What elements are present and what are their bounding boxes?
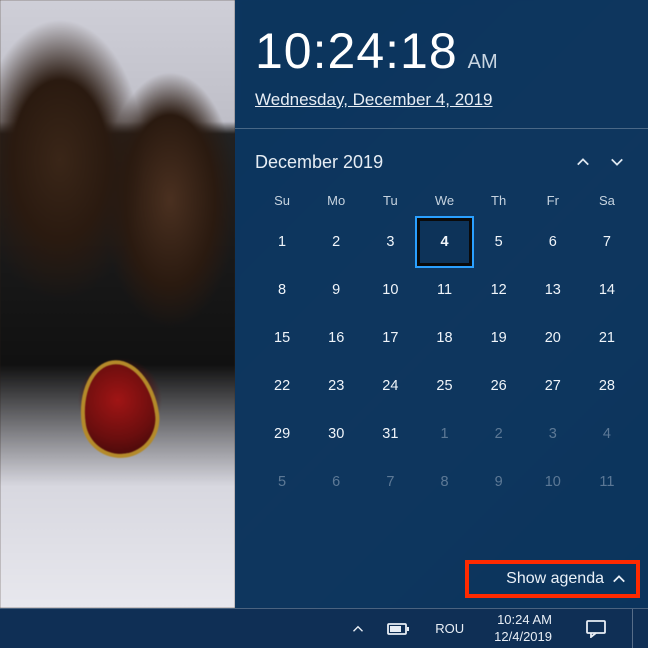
notification-icon xyxy=(586,620,606,638)
calendar-day[interactable]: 13 xyxy=(526,266,580,314)
calendar-day[interactable]: 31 xyxy=(363,410,417,458)
calendar-day[interactable]: 3 xyxy=(363,218,417,266)
calendar-day[interactable]: 7 xyxy=(580,218,634,266)
clock-time: 10:24:18 xyxy=(255,22,458,80)
calendar-day[interactable]: 2 xyxy=(309,218,363,266)
calendar-dow-header: Su xyxy=(255,193,309,218)
calendar-day[interactable]: 21 xyxy=(580,314,634,362)
calendar-day[interactable]: 1 xyxy=(255,218,309,266)
calendar-day-today[interactable]: 4 xyxy=(417,218,471,266)
calendar-day[interactable]: 1 xyxy=(417,410,471,458)
calendar-day[interactable]: 11 xyxy=(580,458,634,506)
calendar-day[interactable]: 4 xyxy=(580,410,634,458)
calendar-day[interactable]: 11 xyxy=(417,266,471,314)
calendar-dow-header: Mo xyxy=(309,193,363,218)
calendar-day[interactable]: 24 xyxy=(363,362,417,410)
clock-calendar-flyout: 10:24:18 AM Wednesday, December 4, 2019 … xyxy=(235,0,648,608)
show-agenda-label: Show agenda xyxy=(506,570,604,588)
calendar-day[interactable]: 25 xyxy=(417,362,471,410)
calendar-day[interactable]: 27 xyxy=(526,362,580,410)
calendar-day[interactable]: 29 xyxy=(255,410,309,458)
calendar-day[interactable]: 23 xyxy=(309,362,363,410)
calendar-day[interactable]: 6 xyxy=(526,218,580,266)
show-agenda-button[interactable]: Show agenda xyxy=(496,564,636,594)
calendar-day[interactable]: 14 xyxy=(580,266,634,314)
calendar-day[interactable]: 15 xyxy=(255,314,309,362)
action-center-button[interactable] xyxy=(576,609,616,648)
show-desktop-button[interactable] xyxy=(632,609,638,648)
tray-overflow-button[interactable] xyxy=(347,609,369,648)
calendar-day[interactable]: 10 xyxy=(363,266,417,314)
calendar-day[interactable]: 17 xyxy=(363,314,417,362)
taskbar-clock[interactable]: 10:24 AM 12/4/2019 xyxy=(486,609,560,648)
calendar-section: December 2019 SuMoTuWeThFrSa123456789101… xyxy=(235,129,648,514)
calendar-day[interactable]: 5 xyxy=(255,458,309,506)
chevron-up-icon xyxy=(612,572,626,586)
battery-icon xyxy=(387,622,411,636)
calendar-day[interactable]: 19 xyxy=(472,314,526,362)
calendar-day[interactable]: 3 xyxy=(526,410,580,458)
calendar-prev-button[interactable] xyxy=(566,145,600,179)
calendar-day[interactable]: 28 xyxy=(580,362,634,410)
taskbar-time: 10:24 AM xyxy=(494,612,552,628)
calendar-day[interactable]: 8 xyxy=(255,266,309,314)
calendar-day[interactable]: 22 xyxy=(255,362,309,410)
chevron-down-icon xyxy=(610,155,624,169)
calendar-dow-header: Fr xyxy=(526,193,580,218)
calendar-day[interactable]: 7 xyxy=(363,458,417,506)
language-label: ROU xyxy=(435,621,464,636)
calendar-day[interactable]: 18 xyxy=(417,314,471,362)
battery-icon[interactable] xyxy=(385,609,413,648)
calendar-dow-header: We xyxy=(417,193,471,218)
calendar-day[interactable]: 5 xyxy=(472,218,526,266)
chevron-up-icon xyxy=(352,623,364,635)
calendar-dow-header: Sa xyxy=(580,193,634,218)
calendar-day[interactable]: 12 xyxy=(472,266,526,314)
system-tray: ROU 10:24 AM 12/4/2019 xyxy=(347,609,648,648)
calendar-day[interactable]: 2 xyxy=(472,410,526,458)
calendar-day[interactable]: 20 xyxy=(526,314,580,362)
calendar-day[interactable]: 10 xyxy=(526,458,580,506)
date-settings-link[interactable]: Wednesday, December 4, 2019 xyxy=(255,90,493,110)
calendar-next-button[interactable] xyxy=(600,145,634,179)
language-indicator[interactable]: ROU xyxy=(429,609,470,648)
calendar-day[interactable]: 9 xyxy=(309,266,363,314)
calendar-month-label[interactable]: December 2019 xyxy=(255,152,566,173)
chevron-up-icon xyxy=(576,155,590,169)
calendar-day[interactable]: 26 xyxy=(472,362,526,410)
calendar-grid: SuMoTuWeThFrSa12345678910111213141516171… xyxy=(255,193,634,506)
calendar-day[interactable]: 8 xyxy=(417,458,471,506)
calendar-day[interactable]: 30 xyxy=(309,410,363,458)
calendar-dow-header: Tu xyxy=(363,193,417,218)
taskbar: ROU 10:24 AM 12/4/2019 xyxy=(0,608,648,648)
calendar-day[interactable]: 9 xyxy=(472,458,526,506)
calendar-day[interactable]: 6 xyxy=(309,458,363,506)
calendar-dow-header: Th xyxy=(472,193,526,218)
clock-ampm: AM xyxy=(468,51,498,74)
taskbar-date: 12/4/2019 xyxy=(494,629,552,645)
desktop-wallpaper xyxy=(0,0,235,608)
clock-section: 10:24:18 AM Wednesday, December 4, 2019 xyxy=(235,0,648,128)
calendar-day[interactable]: 16 xyxy=(309,314,363,362)
